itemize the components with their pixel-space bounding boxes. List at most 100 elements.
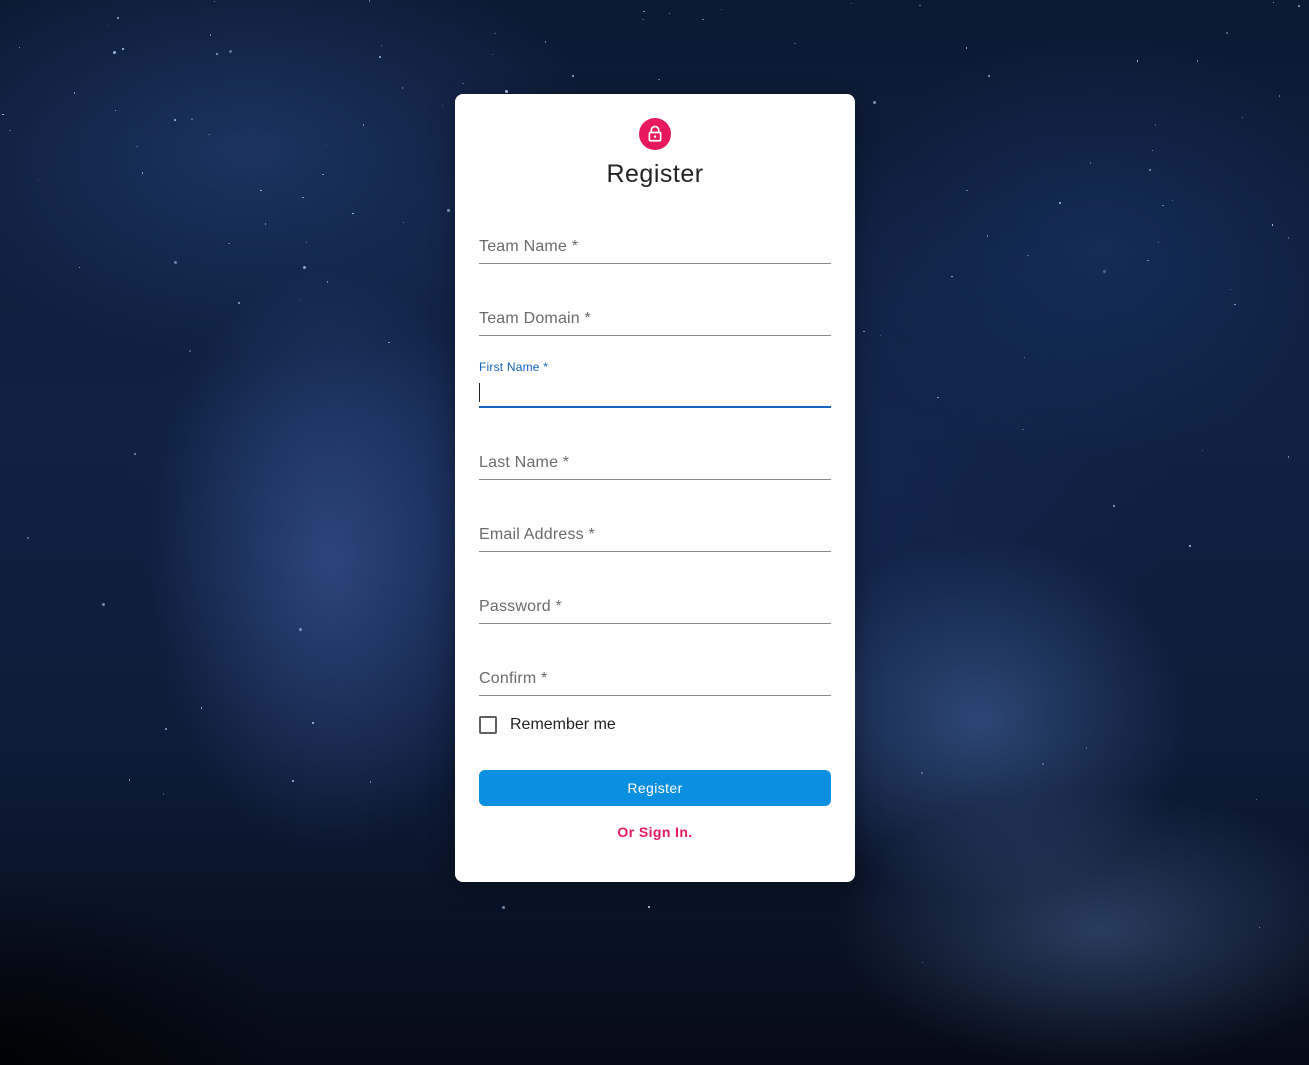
star [1201,449,1204,452]
star [165,728,167,730]
sign-in-link[interactable]: Or Sign In. [455,824,855,840]
star [9,129,11,132]
register-card: Register Team Name * Team Domain * First… [455,94,855,882]
star [668,12,671,15]
star [1189,545,1191,547]
star [919,4,921,7]
star [702,18,704,21]
remember-me-label[interactable]: Remember me [510,716,616,734]
star [447,208,451,212]
star [162,793,165,795]
star [988,75,990,77]
star [117,17,119,19]
star [965,47,968,49]
star [966,189,968,192]
star [101,603,105,606]
password-underline [479,623,831,624]
star [921,961,924,964]
star [141,172,144,174]
star [260,189,262,192]
star [298,627,302,631]
star [322,173,324,176]
star [191,118,193,120]
star [462,82,464,85]
star [951,275,953,278]
star [794,42,796,45]
confirm-password-field[interactable]: Confirm * [479,648,831,696]
star [264,223,267,225]
star [1272,1,1275,4]
star [1258,926,1261,929]
star [368,0,371,2]
star [174,260,178,264]
star [1196,60,1199,62]
remember-me-checkbox[interactable] [479,716,497,734]
star [326,281,329,283]
confirm-password-label: Confirm * [479,670,548,687]
star [873,101,877,105]
star [325,144,328,147]
star [504,89,508,93]
star [312,722,314,724]
star [216,53,218,55]
first-name-field[interactable]: First Name * [479,360,831,408]
password-field[interactable]: Password * [479,576,831,624]
star [879,334,882,337]
star [379,56,381,58]
star [1151,149,1154,152]
team-name-label: Team Name * [479,238,579,255]
star [1113,505,1115,507]
star [78,266,81,269]
team-domain-field[interactable]: Team Domain * [479,288,831,336]
team-domain-underline [479,335,831,336]
star [720,8,723,11]
star [1171,199,1174,201]
star [986,235,989,237]
register-button[interactable]: Register [479,770,831,806]
star [1229,288,1232,291]
star [2,113,4,116]
star [1271,224,1274,226]
star [921,772,923,774]
star [27,537,29,539]
star [1147,259,1149,262]
remember-me-row[interactable]: Remember me [479,714,616,736]
star [1023,356,1026,359]
lock-icon [648,125,662,142]
star [1278,95,1281,97]
star [658,78,660,81]
star [1157,241,1160,244]
star [441,104,444,107]
email-label: Email Address * [479,526,595,543]
star [228,242,230,245]
last-name-field[interactable]: Last Name * [479,432,831,480]
star [544,41,547,43]
star [113,50,117,54]
star [238,302,240,304]
star [937,396,939,399]
star [863,330,865,333]
star [1027,254,1029,257]
team-name-field[interactable]: Team Name * [479,216,831,264]
email-field[interactable]: Email Address * [479,504,831,552]
star [850,2,853,5]
star [402,221,405,224]
first-name-label: First Name * [479,360,549,374]
star [213,0,216,3]
star [305,241,308,244]
star [1059,202,1061,204]
team-name-underline [479,263,831,264]
star [648,906,650,908]
star [1241,116,1244,119]
star [208,133,210,136]
star [1287,237,1290,239]
star [362,124,365,126]
star [114,109,117,112]
password-label: Password * [479,598,562,615]
star [1085,747,1088,749]
star [200,707,203,709]
star [209,34,212,36]
star [369,781,372,783]
star [1149,169,1151,171]
star [107,24,110,27]
